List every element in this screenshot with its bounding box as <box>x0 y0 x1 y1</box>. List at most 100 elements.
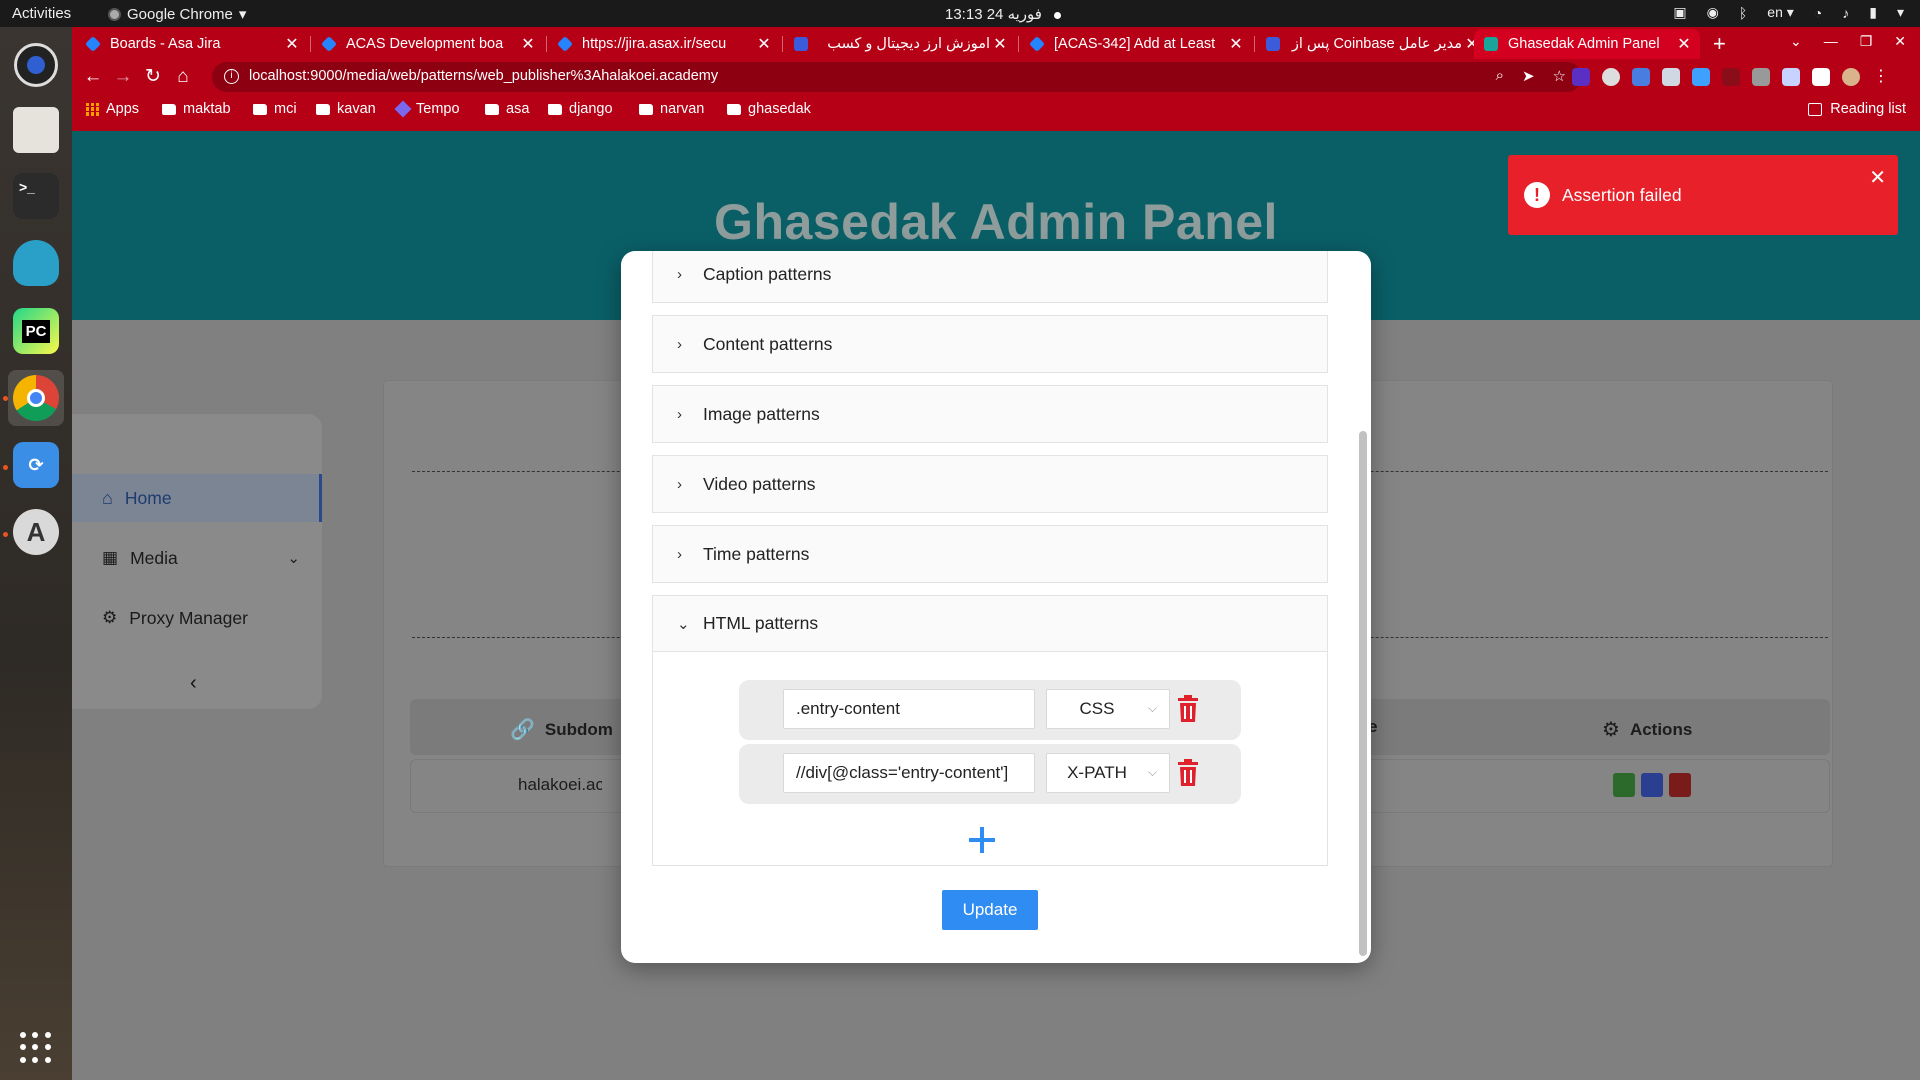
chrome-tray-icon[interactable]: ◉ <box>1707 4 1719 21</box>
edit-icon[interactable] <box>1641 773 1663 797</box>
send-icon[interactable]: ➤ <box>1522 67 1535 85</box>
sidebar-item-home[interactable]: ⌂ Home <box>72 474 322 522</box>
close-icon[interactable]: ✕ <box>282 34 302 54</box>
bookmark-narvan[interactable]: narvan <box>639 101 704 117</box>
close-icon[interactable]: ✕ <box>754 34 774 54</box>
panel-header[interactable]: ⌄ HTML patterns <box>653 596 1327 652</box>
panel-video-patterns[interactable]: › Video patterns <box>652 455 1328 513</box>
bookmark-asa[interactable]: asa <box>485 101 529 117</box>
volume-icon[interactable]: ♪ <box>1842 5 1849 21</box>
dock-item-obs[interactable] <box>8 37 64 93</box>
language-indicator[interactable]: en ▾ <box>1767 4 1794 21</box>
reading-list-button[interactable]: Reading list <box>1808 101 1906 117</box>
tab-coinbase-news[interactable]: مدیر عامل Coinbase پس از ✕ <box>1256 29 1488 59</box>
modal-scrollbar[interactable] <box>1359 431 1367 956</box>
panel-caption-patterns[interactable]: › Caption patterns <box>652 251 1328 303</box>
pattern-type-select[interactable]: X-PATH ⌵ <box>1046 753 1170 793</box>
extension-icon[interactable] <box>1782 68 1800 86</box>
bookmark-mci[interactable]: mci <box>253 101 297 117</box>
forward-button[interactable]: → <box>110 64 136 90</box>
trash-icon[interactable] <box>1669 773 1691 797</box>
clock[interactable]: 13:13 24 فوریه <box>945 5 1061 23</box>
app-menu[interactable]: Google Chrome ▾ <box>108 5 246 23</box>
sidebar-item-media[interactable]: ▦ Media ⌄ <box>72 534 322 582</box>
dock-item-files[interactable] <box>8 102 64 158</box>
pattern-value-input[interactable] <box>783 753 1035 793</box>
trash-icon[interactable] <box>1177 695 1199 723</box>
tab-search-icon[interactable]: ⌄ <box>1790 33 1802 50</box>
minimize-button[interactable]: — <box>1824 33 1838 50</box>
back-button[interactable]: ← <box>80 64 106 90</box>
reload-button[interactable]: ↻ <box>140 64 166 90</box>
close-icon[interactable]: ✕ <box>1869 165 1886 190</box>
tab-jira-secure[interactable]: https://jira.asax.ir/secu ✕ <box>548 29 780 59</box>
extension-icon[interactable] <box>1722 68 1740 86</box>
close-icon[interactable]: ✕ <box>990 34 1010 54</box>
power-menu-icon[interactable]: ▾ <box>1897 4 1904 21</box>
tab-crypto-course[interactable]: آموزش ارز دیجیتال و کسب ✕ <box>784 29 1016 59</box>
show-applications-icon[interactable] <box>20 1032 52 1064</box>
dock-item-chrome[interactable] <box>8 370 64 426</box>
site-info-icon[interactable]: i <box>224 69 239 84</box>
dock-item-software[interactable]: A <box>8 504 64 560</box>
dock-item-postman[interactable] <box>8 235 64 291</box>
battery-icon[interactable]: ▮ <box>1869 4 1877 21</box>
tab-acas-development[interactable]: ACAS Development boa ✕ <box>312 29 544 59</box>
trash-icon[interactable] <box>1177 759 1199 787</box>
tab-boards-asa-jira[interactable]: Boards - Asa Jira ✕ <box>76 29 308 59</box>
more-menu-icon[interactable]: ⋮ <box>1872 68 1890 86</box>
bookmark-apps[interactable]: Apps <box>86 101 139 117</box>
panel-header[interactable]: › Caption patterns <box>653 251 1327 302</box>
collapse-sidebar-button[interactable]: ‹ <box>190 672 197 695</box>
zoom-icon[interactable]: ⌕ <box>1496 67 1504 85</box>
cloud-icon[interactable] <box>1662 68 1680 86</box>
extension-icon[interactable] <box>1752 68 1770 86</box>
avatar[interactable] <box>1842 68 1860 86</box>
add-pattern-button[interactable] <box>966 824 998 856</box>
system-tray[interactable]: ▣ ◉ ᛒ en ▾ ◔ ♪ ▮ ▾ <box>1673 4 1904 21</box>
panel-header[interactable]: › Video patterns <box>653 456 1327 512</box>
activities-button[interactable]: Activities <box>12 5 71 22</box>
puzzle-icon[interactable] <box>1812 68 1830 86</box>
tab-ghasedak-admin-panel[interactable]: Ghasedak Admin Panel ✕ <box>1474 29 1700 59</box>
panel-time-patterns[interactable]: › Time patterns <box>652 525 1328 583</box>
chevron-right-icon: › <box>677 265 682 283</box>
bluetooth-icon[interactable]: ᛒ <box>1739 5 1747 21</box>
close-icon[interactable]: ✕ <box>1674 34 1694 54</box>
extension-icon[interactable] <box>1692 68 1710 86</box>
globe-icon[interactable] <box>1602 68 1620 86</box>
dock-item-screenshot[interactable]: ⟳ <box>8 437 64 493</box>
new-tab-button[interactable]: + <box>1713 31 1726 57</box>
test-tubes-icon[interactable] <box>1613 773 1635 797</box>
close-icon[interactable]: ✕ <box>518 34 538 54</box>
bookmark-kavan[interactable]: kavan <box>316 101 376 117</box>
address-bar[interactable]: i localhost:9000/media/web/patterns/web_… <box>212 62 1582 92</box>
update-button[interactable]: Update <box>942 890 1038 930</box>
dock-item-terminal[interactable]: >_ <box>8 168 64 224</box>
dock-item-pycharm[interactable]: PC <box>8 303 64 359</box>
bookmark-star-icon[interactable]: ☆ <box>1553 67 1566 85</box>
maximize-button[interactable]: ❐ <box>1860 33 1873 50</box>
home-button[interactable]: ⌂ <box>170 64 196 90</box>
bookmark-maktab[interactable]: maktab <box>162 101 231 117</box>
close-icon[interactable]: ✕ <box>1226 34 1246 54</box>
panel-header[interactable]: › Image patterns <box>653 386 1327 442</box>
pattern-value-input[interactable] <box>783 689 1035 729</box>
pattern-type-select[interactable]: CSS ⌵ <box>1046 689 1170 729</box>
screenshot-icon[interactable]: ▣ <box>1673 4 1686 21</box>
panel-content-patterns[interactable]: › Content patterns <box>652 315 1328 373</box>
extension-icon[interactable] <box>1572 68 1590 86</box>
bookmark-django[interactable]: django <box>548 101 613 117</box>
extension-icon[interactable] <box>1632 68 1650 86</box>
panel-image-patterns[interactable]: › Image patterns <box>652 385 1328 443</box>
os-top-bar: Activities Google Chrome ▾ 13:13 24 فوری… <box>0 0 1920 27</box>
panel-header[interactable]: › Time patterns <box>653 526 1327 582</box>
tab-acas-342[interactable]: [ACAS-342] Add at Least ✕ <box>1020 29 1252 59</box>
url-text[interactable]: localhost:9000/media/web/patterns/web_pu… <box>249 68 718 84</box>
panel-header[interactable]: › Content patterns <box>653 316 1327 372</box>
wifi-icon[interactable]: ◔ <box>1814 5 1822 21</box>
close-window-button[interactable]: ✕ <box>1894 33 1906 50</box>
bookmark-ghasedak[interactable]: ghasedak <box>727 101 811 117</box>
sidebar-item-proxy-manager[interactable]: ⚙ Proxy Manager <box>72 594 322 642</box>
bookmark-tempo[interactable]: Tempo <box>394 100 460 118</box>
